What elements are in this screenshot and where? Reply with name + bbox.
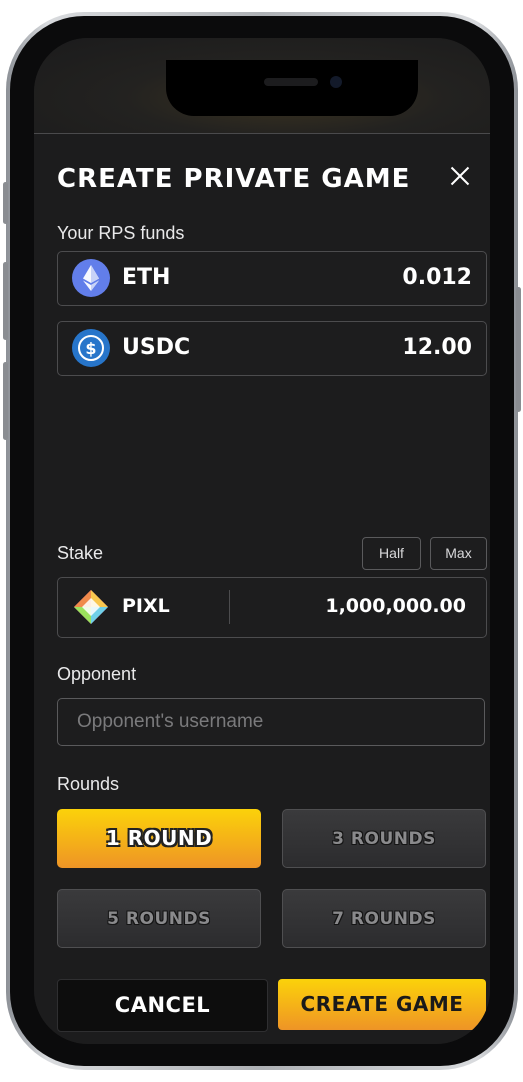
- round-option-5[interactable]: 5 ROUNDS: [57, 889, 261, 948]
- fund-amount: 12.00: [402, 335, 472, 360]
- opponent-username-input[interactable]: [57, 698, 485, 746]
- funds-label: Your RPS funds: [57, 223, 185, 243]
- stake-field[interactable]: PIXL 1,000,000.00: [57, 577, 487, 638]
- mute-switch: [3, 182, 8, 224]
- close-icon[interactable]: [448, 164, 472, 188]
- fund-amount: 0.012: [402, 265, 472, 290]
- speaker: [264, 78, 318, 86]
- power-button: [516, 287, 521, 412]
- usdc-icon: $: [72, 329, 110, 367]
- fund-symbol: ETH: [122, 265, 171, 290]
- stake-label: Stake: [57, 543, 104, 563]
- phone-frame: CREATE PRIVATE GAME Your RPS funds ETH 0…: [3, 12, 521, 1070]
- stake-divider: [229, 590, 230, 624]
- fund-row-eth: ETH 0.012: [57, 251, 487, 306]
- pixl-gem-icon: [72, 588, 110, 626]
- fund-row-usdc: $ USDC 12.00: [57, 321, 487, 376]
- max-button[interactable]: Max: [430, 537, 487, 570]
- ethereum-icon: [72, 259, 110, 297]
- round-option-3[interactable]: 3 ROUNDS: [282, 809, 486, 868]
- volume-up-button: [3, 262, 8, 340]
- notch: [166, 60, 418, 116]
- stake-token: PIXL: [122, 595, 170, 617]
- cancel-button[interactable]: CANCEL: [57, 979, 268, 1032]
- fund-symbol: USDC: [122, 335, 191, 360]
- round-option-1[interactable]: 1 ROUND: [57, 809, 261, 868]
- volume-down-button: [3, 362, 8, 440]
- create-game-button[interactable]: CREATE GAME: [278, 979, 486, 1030]
- stake-amount: 1,000,000.00: [325, 595, 466, 617]
- round-option-7[interactable]: 7 ROUNDS: [282, 889, 486, 948]
- phone-bezel: CREATE PRIVATE GAME Your RPS funds ETH 0…: [10, 16, 514, 1066]
- screen: CREATE PRIVATE GAME Your RPS funds ETH 0…: [34, 38, 490, 1044]
- svg-text:$: $: [85, 339, 96, 358]
- half-button[interactable]: Half: [362, 537, 421, 570]
- opponent-label: Opponent: [57, 664, 137, 684]
- modal-title: CREATE PRIVATE GAME: [57, 164, 411, 194]
- create-game-modal: CREATE PRIVATE GAME Your RPS funds ETH 0…: [34, 133, 490, 1044]
- rounds-label: Rounds: [57, 774, 120, 794]
- front-camera: [330, 76, 342, 88]
